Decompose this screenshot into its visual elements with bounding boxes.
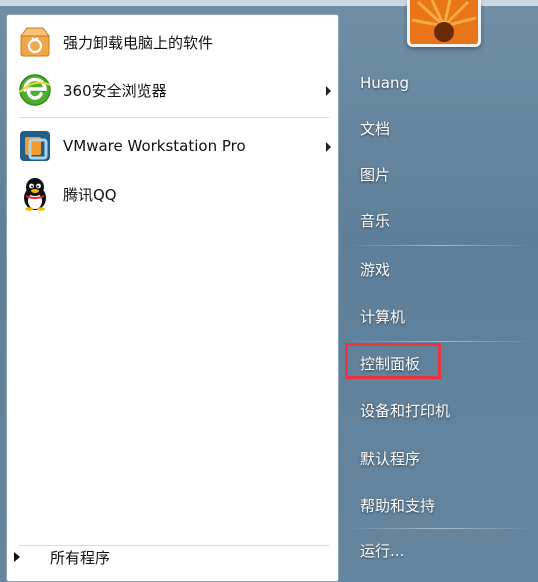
program-label: 360安全浏览器 — [63, 81, 167, 100]
program-item-qq[interactable]: 腾讯QQ — [17, 173, 335, 215]
program-item-360-browser[interactable]: 360安全浏览器 — [17, 69, 335, 111]
right-item-pictures[interactable]: 图片 — [360, 160, 390, 190]
program-label: 腾讯QQ — [63, 185, 117, 204]
divider — [354, 245, 526, 246]
submenu-arrow-icon[interactable] — [326, 86, 331, 96]
vmware-icon — [20, 131, 50, 161]
programs-panel: 强力卸载电脑上的软件 360安全浏览器 VMware Workstation P… — [6, 14, 339, 582]
right-item-devices-printers[interactable]: 设备和打印机 — [360, 396, 450, 426]
qq-penguin-icon — [24, 178, 46, 211]
program-label: VMware Workstation Pro — [63, 137, 246, 155]
program-label: 强力卸载电脑上的软件 — [63, 33, 214, 52]
right-item-games[interactable]: 游戏 — [360, 255, 390, 285]
program-item-vmware[interactable]: VMware Workstation Pro — [17, 125, 335, 167]
right-item-default-programs[interactable]: 默认程序 — [360, 444, 420, 474]
right-item-computer[interactable]: 计算机 — [360, 302, 405, 332]
user-avatar[interactable] — [407, 0, 481, 47]
submenu-arrow-icon[interactable] — [326, 142, 331, 152]
divider — [354, 341, 526, 342]
expand-arrow-icon — [14, 552, 20, 562]
uninstall-box-icon — [20, 27, 50, 57]
360-browser-icon — [19, 74, 51, 106]
right-item-help-support[interactable]: 帮助和支持 — [360, 491, 435, 521]
control-panel-highlight — [345, 343, 441, 379]
divider — [19, 117, 329, 118]
right-item-run[interactable]: 运行... — [360, 536, 404, 566]
program-item-uninstaller[interactable]: 强力卸载电脑上的软件 — [17, 21, 335, 63]
right-item-user[interactable]: Huang — [360, 68, 409, 98]
right-item-music[interactable]: 音乐 — [360, 206, 390, 236]
all-programs-button[interactable]: 所有程序 — [14, 543, 314, 571]
flower-picture-icon — [410, 0, 478, 44]
divider — [354, 528, 526, 529]
right-item-documents[interactable]: 文档 — [360, 114, 390, 144]
all-programs-label: 所有程序 — [50, 548, 111, 567]
